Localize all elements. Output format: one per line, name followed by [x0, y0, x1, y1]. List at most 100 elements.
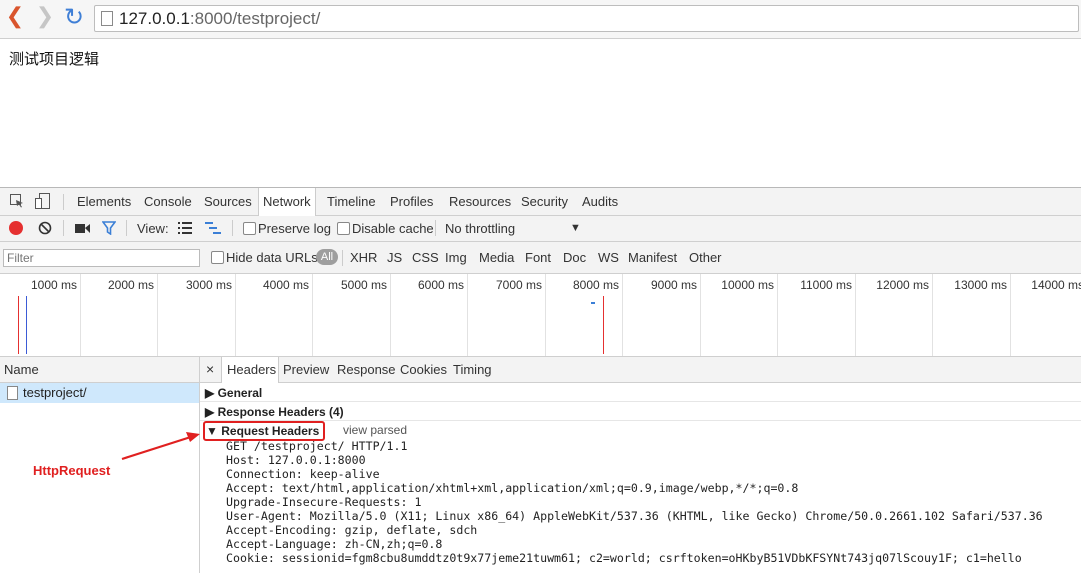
timeline-gridline	[390, 274, 391, 356]
hide-data-urls-label: Hide data URLs	[226, 250, 318, 265]
filter-type-ws[interactable]: WS	[598, 250, 619, 265]
filter-type-doc[interactable]: Doc	[563, 250, 586, 265]
header-line-upgrade-insecure-requests: Upgrade-Insecure-Requests: 1	[226, 495, 422, 509]
large-request-rows-icon[interactable]	[178, 222, 192, 234]
filter-type-manifest[interactable]: Manifest	[628, 250, 677, 265]
tab-profiles[interactable]: Profiles	[390, 188, 433, 215]
timeline-gridline	[1010, 274, 1011, 356]
tab-console[interactable]: Console	[144, 188, 192, 215]
tab-sources[interactable]: Sources	[204, 188, 252, 215]
filter-input[interactable]	[3, 249, 200, 267]
tab-headers[interactable]: Headers	[221, 357, 279, 383]
triangle-right-icon: ▶	[205, 386, 215, 400]
general-section[interactable]: ▶ General	[200, 383, 1081, 402]
domcontentloaded-line	[26, 296, 27, 354]
header-line-accept-encoding: Accept-Encoding: gzip, deflate, sdch	[226, 523, 478, 537]
filter-separator	[342, 250, 343, 266]
clear-icon[interactable]	[38, 221, 52, 235]
page-body-text: 测试项目逻辑	[9, 50, 100, 68]
load-event-line	[18, 296, 19, 354]
capture-screenshots-icon[interactable]	[75, 223, 91, 234]
request-headers-label: Request Headers	[221, 424, 320, 438]
filter-icon[interactable]	[101, 221, 117, 236]
request-row[interactable]: testproject/	[0, 383, 199, 403]
inspect-element-icon[interactable]	[10, 194, 24, 208]
timeline-gridline	[312, 274, 313, 356]
timeline-tick-label: 12000 ms	[876, 278, 929, 292]
devtools-tabbar: Elements Console Sources Network Timelin…	[0, 188, 1081, 216]
triangle-down-icon: ▼	[206, 424, 218, 438]
timeline-gridline	[932, 274, 933, 356]
request-line: GET /testproject/ HTTP/1.1	[226, 439, 408, 453]
name-column-header[interactable]: Name	[0, 357, 199, 383]
filter-type-js[interactable]: JS	[387, 250, 402, 265]
request-detail-panel: × Headers Preview Response Cookies Timin…	[200, 357, 1081, 573]
filter-type-css[interactable]: CSS	[412, 250, 439, 265]
general-toggle: ▶ General	[205, 386, 262, 400]
timeline-tick-label: 6000 ms	[417, 278, 464, 292]
toolbar-separator	[435, 220, 436, 236]
throttling-select[interactable]: No throttling	[445, 221, 515, 236]
triangle-right-icon: ▶	[205, 405, 215, 419]
response-headers-section[interactable]: ▶ Response Headers (4)	[200, 402, 1081, 421]
tab-cookies[interactable]: Cookies	[400, 362, 447, 377]
filter-type-other[interactable]: Other	[689, 250, 722, 265]
view-parsed-link[interactable]: view parsed	[343, 423, 407, 437]
forward-icon[interactable]: ❯	[34, 6, 56, 30]
filter-bar: Hide data URLs All XHR JS CSS Img Media …	[0, 242, 1081, 274]
timeline-tick-label: 3000 ms	[185, 278, 232, 292]
filter-type-font[interactable]: Font	[525, 250, 551, 265]
timeline-tick-label: 7000 ms	[495, 278, 542, 292]
filter-type-xhr[interactable]: XHR	[350, 250, 377, 265]
devtools-panel: Elements Console Sources Network Timelin…	[0, 187, 1081, 573]
page-icon	[101, 11, 113, 26]
disable-cache-label: Disable cache	[352, 221, 434, 236]
timeline-gridline	[80, 274, 81, 356]
timeline-tick-label: 9000 ms	[650, 278, 697, 292]
close-icon[interactable]: ×	[206, 361, 214, 377]
tab-audits[interactable]: Audits	[582, 188, 618, 215]
filter-type-media[interactable]: Media	[479, 250, 514, 265]
url-text: 127.0.0.1:8000/testproject/	[119, 9, 320, 29]
response-headers-label: Response Headers (4)	[217, 405, 344, 419]
timeline-gridline	[777, 274, 778, 356]
disable-cache-checkbox[interactable]	[337, 222, 350, 235]
header-line-accept: Accept: text/html,application/xhtml+xml,…	[226, 481, 799, 495]
timeline-tick-label: 13000 ms	[954, 278, 1007, 292]
toolbar-separator	[232, 220, 233, 236]
filter-type-all[interactable]: All	[316, 249, 338, 265]
network-toolbar: View: Preserve log Disable cache No thro…	[0, 216, 1081, 242]
timeline-tick-label: 5000 ms	[340, 278, 387, 292]
tab-timing[interactable]: Timing	[453, 362, 492, 377]
tab-timeline[interactable]: Timeline	[327, 188, 376, 215]
filter-type-img[interactable]: Img	[445, 250, 467, 265]
tab-elements[interactable]: Elements	[77, 188, 131, 215]
network-timeline-overview[interactable]: 1000 ms 2000 ms 3000 ms 4000 ms 5000 ms 6000 …	[0, 274, 1081, 357]
back-icon[interactable]: ❮	[4, 6, 26, 30]
header-line-cookie: Cookie: sessionid=fgm8cbu8umddtz0t9x77je…	[226, 551, 1022, 565]
record-icon[interactable]	[9, 221, 23, 235]
tab-network[interactable]: Network	[258, 188, 316, 216]
tab-response[interactable]: Response	[337, 362, 396, 377]
tab-security[interactable]: Security	[521, 188, 568, 215]
tab-resources[interactable]: Resources	[449, 188, 511, 215]
request-bar	[591, 302, 595, 304]
timeline-gridline	[700, 274, 701, 356]
reload-icon[interactable]: ↻	[63, 5, 85, 30]
chevron-down-icon[interactable]: ▼	[570, 222, 581, 234]
timeline-gridline	[855, 274, 856, 356]
preserve-log-checkbox[interactable]	[243, 222, 256, 235]
timeline-gridline	[235, 274, 236, 356]
request-headers-section[interactable]: ▼ Request Headers view parsed	[200, 421, 1081, 441]
timeline-gridline	[545, 274, 546, 356]
document-icon	[7, 386, 18, 400]
hide-data-urls-checkbox[interactable]	[211, 251, 224, 264]
tab-preview[interactable]: Preview	[283, 362, 329, 377]
address-bar[interactable]: 127.0.0.1:8000/testproject/	[94, 5, 1079, 32]
overview-icon[interactable]	[205, 222, 221, 234]
general-label: General	[217, 386, 263, 400]
device-mode-icon[interactable]	[35, 193, 51, 209]
tabbar-separator	[63, 194, 64, 210]
toolbar-separator	[126, 220, 127, 236]
request-name: testproject/	[23, 385, 87, 400]
